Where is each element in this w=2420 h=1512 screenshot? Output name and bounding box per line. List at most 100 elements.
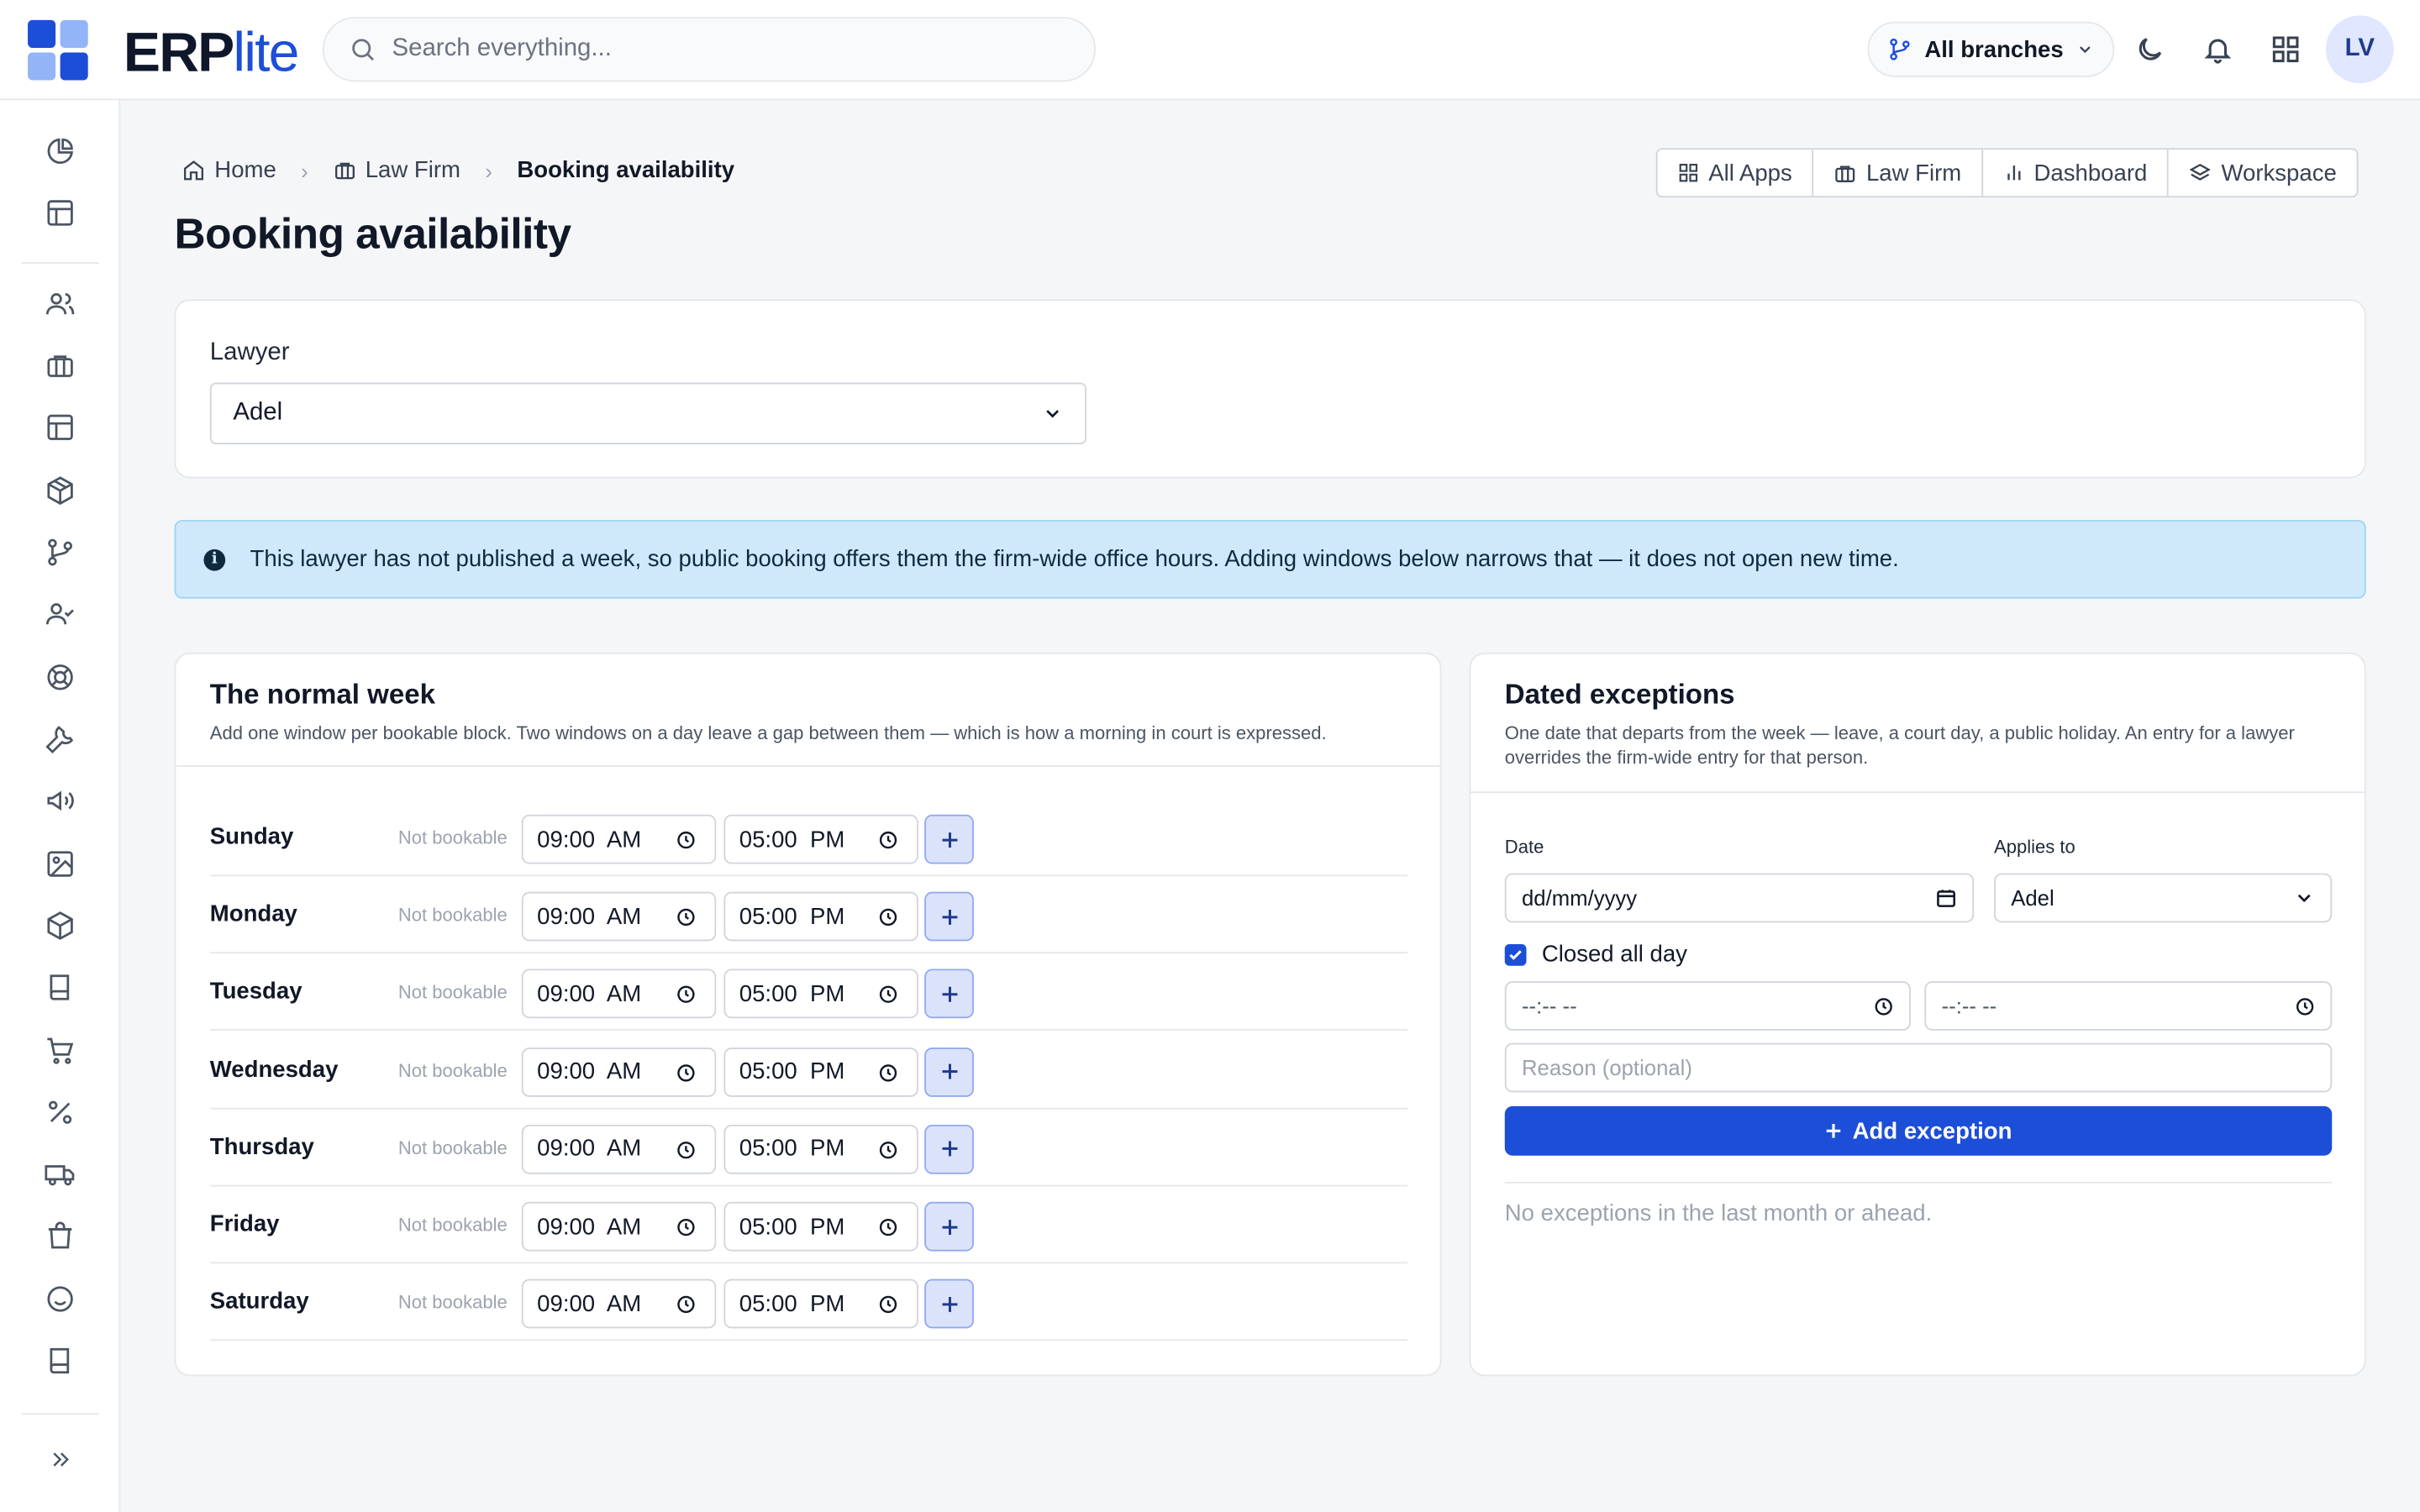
day-start-time[interactable]: 09:00 AM [521, 814, 717, 864]
wrench-icon[interactable] [43, 722, 76, 756]
day-status: Not bookable [397, 1214, 508, 1236]
git-branch-icon[interactable] [43, 535, 76, 569]
shopping-bag-icon[interactable] [43, 1219, 76, 1252]
clock-icon [879, 1141, 897, 1159]
exception-end-time[interactable]: --:-- -- [1924, 981, 2333, 1031]
applies-to-label: Applies to [1994, 836, 2075, 858]
branch-selector[interactable]: All branches [1867, 21, 2115, 77]
package-icon[interactable] [43, 474, 76, 507]
day-end-time[interactable]: 05:00 PM [723, 891, 918, 942]
megaphone-icon[interactable] [43, 784, 76, 817]
image-icon[interactable] [43, 847, 76, 880]
clock-icon [677, 1218, 695, 1236]
dashboard-button[interactable]: Dashboard [1983, 150, 2170, 197]
applies-to-select[interactable]: Adel [1994, 873, 2333, 923]
clock-icon [1875, 997, 1892, 1015]
search-bar[interactable] [322, 17, 1097, 82]
info-icon: i [203, 548, 226, 570]
day-end-time[interactable]: 05:00 PM [723, 1047, 918, 1097]
day-end-time[interactable]: 05:00 PM [723, 969, 918, 1019]
add-window-button[interactable] [924, 969, 974, 1019]
briefcase-icon[interactable] [43, 349, 76, 382]
breadcrumb-home[interactable]: Home [182, 157, 276, 184]
dated-exceptions-card: Dated exceptions One date that departs f… [1469, 652, 2366, 1377]
user-check-icon[interactable] [43, 597, 76, 631]
plus-icon [941, 1063, 957, 1079]
chevron-right-icon: › [301, 158, 308, 183]
clock-icon [879, 1296, 897, 1314]
layout-icon[interactable] [43, 196, 76, 229]
clock-icon [879, 1063, 897, 1081]
add-window-button[interactable] [924, 1201, 974, 1252]
percent-icon[interactable] [43, 1095, 76, 1129]
add-window-button[interactable] [924, 1047, 974, 1097]
life-buoy-icon[interactable] [43, 660, 76, 694]
book-icon[interactable] [43, 970, 76, 1004]
notifications-button[interactable] [2199, 31, 2236, 68]
day-name: Saturday [209, 1288, 309, 1315]
add-window-button[interactable] [924, 814, 974, 864]
reason-input[interactable]: Reason (optional) [1504, 1042, 2333, 1093]
info-banner: i This lawyer has not published a week, … [174, 519, 2366, 599]
day-start-time[interactable]: 09:00 AM [521, 969, 717, 1019]
date-input[interactable]: dd/mm/yyyy [1504, 873, 1975, 923]
day-row: Friday Not bookable 09:00 AM 05:00 PM [209, 1186, 1408, 1264]
day-end-time[interactable]: 05:00 PM [723, 1201, 918, 1252]
day-name: Tuesday [209, 979, 302, 1005]
closed-all-day-checkbox[interactable]: Closed all day [1504, 941, 1687, 968]
plus-icon [941, 1296, 957, 1312]
lawyer-select[interactable]: Adel [209, 382, 1087, 444]
clock-icon [2296, 997, 2314, 1015]
day-start-time[interactable]: 09:00 AM [521, 891, 717, 942]
breadcrumb-section[interactable]: Law Firm [333, 157, 460, 184]
clock-icon [677, 909, 695, 927]
exceptions-empty-message: No exceptions in the last month or ahead… [1504, 1200, 1933, 1227]
logo-text[interactable]: ERPlite [124, 21, 299, 83]
day-start-time[interactable]: 09:00 AM [521, 1278, 717, 1329]
day-end-time[interactable]: 05:00 PM [723, 1124, 918, 1174]
plus-icon [941, 909, 957, 925]
day-start-time[interactable]: 09:00 AM [521, 1047, 717, 1097]
truck-icon[interactable] [43, 1158, 76, 1191]
logo-icon[interactable] [28, 19, 89, 81]
add-window-button[interactable] [924, 1278, 974, 1329]
grid-icon [2272, 36, 2299, 63]
day-status: Not bookable [397, 1137, 508, 1158]
all-apps-button[interactable]: All Apps [1658, 150, 1814, 197]
workspace-button[interactable]: Workspace [2169, 150, 2357, 196]
apps-grid-button[interactable] [2267, 31, 2304, 68]
users-icon[interactable] [43, 287, 76, 321]
package-icon[interactable] [43, 909, 76, 942]
day-name: Wednesday [209, 1056, 339, 1083]
day-end-time[interactable]: 05:00 PM [723, 814, 918, 864]
checkbox-checked[interactable] [1504, 943, 1527, 965]
book-icon[interactable] [43, 1344, 76, 1378]
day-name: Friday [209, 1210, 280, 1238]
search-input[interactable] [392, 35, 1040, 64]
calendar-icon[interactable] [1935, 887, 1957, 909]
layout-icon[interactable] [43, 411, 76, 444]
add-exception-button[interactable]: Add exception [1504, 1105, 2333, 1156]
smile-icon[interactable] [43, 1282, 76, 1315]
clock-icon [677, 831, 695, 849]
day-start-time[interactable]: 09:00 AM [521, 1201, 717, 1252]
clock-icon [677, 1141, 695, 1159]
pie-chart-icon[interactable] [43, 134, 76, 168]
week-title: The normal week [209, 679, 436, 710]
add-window-button[interactable] [924, 891, 974, 942]
exception-start-time[interactable]: --:-- -- [1504, 981, 1911, 1031]
day-end-time[interactable]: 05:00 PM [723, 1278, 918, 1329]
law-firm-button[interactable]: Law Firm [1813, 150, 1983, 197]
search-icon [352, 39, 374, 61]
day-start-time[interactable]: 09:00 AM [521, 1124, 717, 1174]
date-label: Date [1504, 836, 1544, 858]
exceptions-subtitle: One date that departs from the week — le… [1504, 722, 2295, 769]
dark-mode-toggle[interactable] [2131, 31, 2168, 68]
exceptions-title: Dated exceptions [1504, 679, 1735, 710]
chevron-right-icon: › [485, 158, 492, 183]
add-window-button[interactable] [924, 1124, 974, 1174]
expand-sidebar-icon[interactable] [43, 1442, 76, 1476]
chevron-down-icon [2080, 46, 2091, 54]
avatar[interactable]: LV [2325, 15, 2394, 84]
cart-icon[interactable] [43, 1034, 76, 1068]
